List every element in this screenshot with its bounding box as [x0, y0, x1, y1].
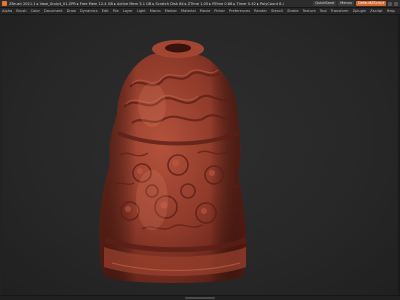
menu-item-alpha[interactable]: Alpha: [2, 9, 12, 13]
window-title: ZBrush 2021.1 ▸ Vase_Sculpt_01.ZPR ▸ Fre…: [9, 1, 284, 6]
menu-item-layer[interactable]: Layer: [123, 9, 133, 13]
menu-bar: Alpha Brush Color Document Draw Dynamics Edit F…: [0, 8, 400, 15]
default-zscript-button[interactable]: DefaultZScript: [355, 1, 386, 6]
menu-item-file[interactable]: File: [113, 9, 119, 13]
bottom-shelf: [0, 295, 400, 300]
minimize-icon[interactable]: [388, 1, 392, 6]
menu-item-preferences[interactable]: Preferences: [229, 9, 250, 13]
menu-item-material[interactable]: Material: [181, 9, 196, 13]
menu-item-movie[interactable]: Movie: [200, 9, 211, 13]
menu-item-macro[interactable]: Macro: [150, 9, 161, 13]
menu-item-render[interactable]: Render: [254, 9, 267, 13]
menu-item-help[interactable]: Help: [387, 9, 395, 13]
menu-item-light[interactable]: Light: [137, 9, 146, 13]
menu-item-picker[interactable]: Picker: [214, 9, 225, 13]
menu-item-stroke[interactable]: Stroke: [287, 9, 298, 13]
menu-item-zplugin[interactable]: Zplugin: [353, 9, 367, 13]
menu-item-edit[interactable]: Edit: [102, 9, 109, 13]
app-logo-icon: [2, 1, 7, 6]
vase-sculpt: [99, 40, 247, 283]
close-icon[interactable]: [394, 1, 398, 6]
canvas-viewport[interactable]: [2, 15, 398, 295]
bottom-scrollbar[interactable]: [185, 297, 215, 299]
menu-item-zscript[interactable]: Zscript: [370, 9, 382, 13]
menu-item-dynamics[interactable]: Dynamics: [80, 9, 98, 13]
title-bar-controls: QuickSave Menus DefaultZScript: [313, 1, 398, 6]
menu-item-tool[interactable]: Tool: [320, 9, 327, 13]
quicksave-button[interactable]: QuickSave: [313, 1, 337, 6]
menu-item-brush[interactable]: Brush: [16, 9, 26, 13]
menu-item-color[interactable]: Color: [31, 9, 40, 13]
menu-item-transform[interactable]: Transform: [331, 9, 349, 13]
menu-item-stencil[interactable]: Stencil: [271, 9, 283, 13]
menu-item-texture[interactable]: Texture: [303, 9, 316, 13]
menu-item-document[interactable]: Document: [44, 9, 63, 13]
menu-item-marker[interactable]: Marker: [165, 9, 177, 13]
title-bar: ZBrush 2021.1 ▸ Vase_Sculpt_01.ZPR ▸ Fre…: [0, 0, 400, 8]
vase-opening: [165, 43, 191, 53]
menu-item-draw[interactable]: Draw: [67, 9, 76, 13]
menus-toggle[interactable]: Menus: [338, 1, 354, 6]
